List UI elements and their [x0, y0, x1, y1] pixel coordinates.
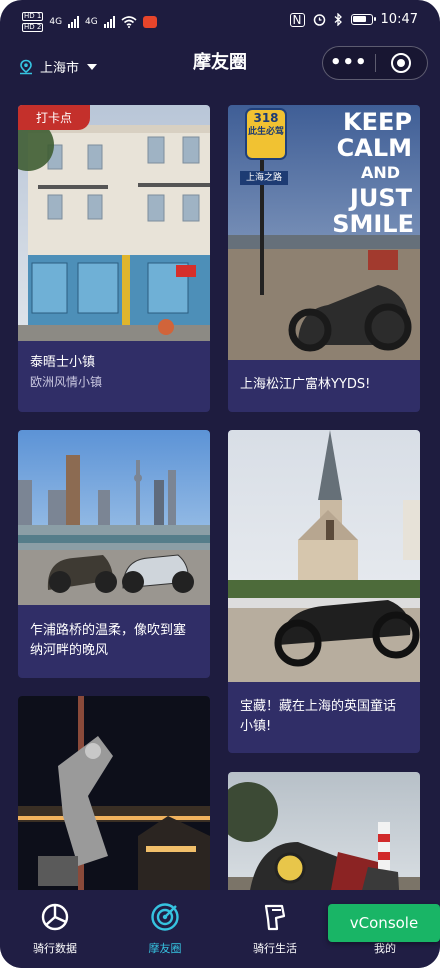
post-subtitle: 欧洲风情小镇 [30, 375, 103, 389]
status-time: 10:47 [380, 12, 418, 27]
target-circle-icon [391, 53, 412, 73]
status-right: N 10:47 [289, 12, 418, 27]
more-button[interactable]: ••• [323, 46, 375, 80]
sign-318: 318 [253, 111, 279, 125]
nfc-icon: N [289, 12, 305, 27]
sim1-badge: HD 1 [22, 12, 44, 21]
poster-keep: KEEP [343, 108, 412, 136]
post-image [228, 772, 420, 906]
helmet-icon [264, 904, 286, 931]
target-icon [151, 903, 179, 931]
tab-ride-data[interactable]: 骑行数据 [0, 902, 110, 956]
post-title: 宝藏！藏在上海的英国童话小镇! [240, 699, 397, 734]
sign-slogan: 此生必驾 [247, 127, 284, 137]
poster-calm: CALM [336, 134, 412, 162]
network2-label: 4G [85, 17, 98, 27]
post-image [18, 430, 210, 605]
sim2-badge: HD 2 [22, 23, 44, 32]
post-card-2[interactable]: 318 此生必驾 上海之路 KEEP CALM AND JUST SMILE 上… [228, 105, 420, 412]
alarm-icon [313, 14, 325, 26]
navigation-bar: 上海市 摩友圈 ••• [0, 40, 440, 90]
battery-icon [350, 14, 376, 25]
post-image [18, 696, 210, 906]
post-image [228, 430, 420, 682]
vconsole-button[interactable]: vConsole [328, 904, 440, 942]
poster-just: JUST [349, 184, 412, 212]
post-title: 乍浦路桥的温柔，像吹到塞纳河畔的晚风 [30, 623, 187, 658]
app-notification-icon [142, 16, 157, 28]
post-card-1[interactable]: 打卡点 泰晤士小镇 欧洲风情小镇 [18, 105, 210, 412]
poster-and: AND [360, 163, 400, 182]
phone-screen: HD 1 HD 2 4G 4G N 10:47 上海市 摩友圈 ••• 打卡点 … [0, 0, 440, 968]
network1-label: 4G [49, 17, 63, 27]
poster-smile: SMILE [332, 210, 414, 238]
miniprogram-capsule: ••• [322, 46, 428, 80]
signal2-icon [103, 16, 115, 28]
post-image: 318 此生必驾 上海之路 KEEP CALM AND JUST SMILE [228, 105, 420, 360]
post-title: 泰晤士小镇 [30, 355, 96, 370]
tab-label: 我的 [374, 942, 396, 955]
status-left: HD 1 HD 2 4G 4G [22, 12, 157, 32]
post-title: 上海松江广富林YYDS! [240, 377, 371, 392]
post-card-3[interactable]: 乍浦路桥的温柔，像吹到塞纳河畔的晚风 [18, 430, 210, 678]
sign-road: 上海之路 [245, 173, 282, 183]
post-card-6[interactable] [228, 772, 420, 906]
tab-label: 骑行生活 [253, 942, 297, 955]
status-bar: HD 1 HD 2 4G 4G N 10:47 [0, 0, 440, 40]
post-card-4[interactable]: 宝藏！藏在上海的英国童话小镇! [228, 430, 420, 753]
post-card-5[interactable] [18, 696, 210, 906]
bluetooth-icon [334, 13, 342, 26]
tab-label: 骑行数据 [33, 942, 77, 955]
post-image: 打卡点 [18, 105, 210, 341]
pie-chart-icon [41, 903, 69, 931]
tab-label: 摩友圈 [148, 942, 182, 955]
tab-ride-life[interactable]: 骑行生活 [220, 902, 330, 956]
checkin-tag: 打卡点 [18, 105, 91, 130]
wifi-icon [121, 16, 137, 28]
signal1-icon [68, 16, 80, 28]
close-miniprogram-button[interactable] [375, 53, 427, 73]
tab-moyou-circle[interactable]: 摩友圈 [110, 902, 220, 956]
